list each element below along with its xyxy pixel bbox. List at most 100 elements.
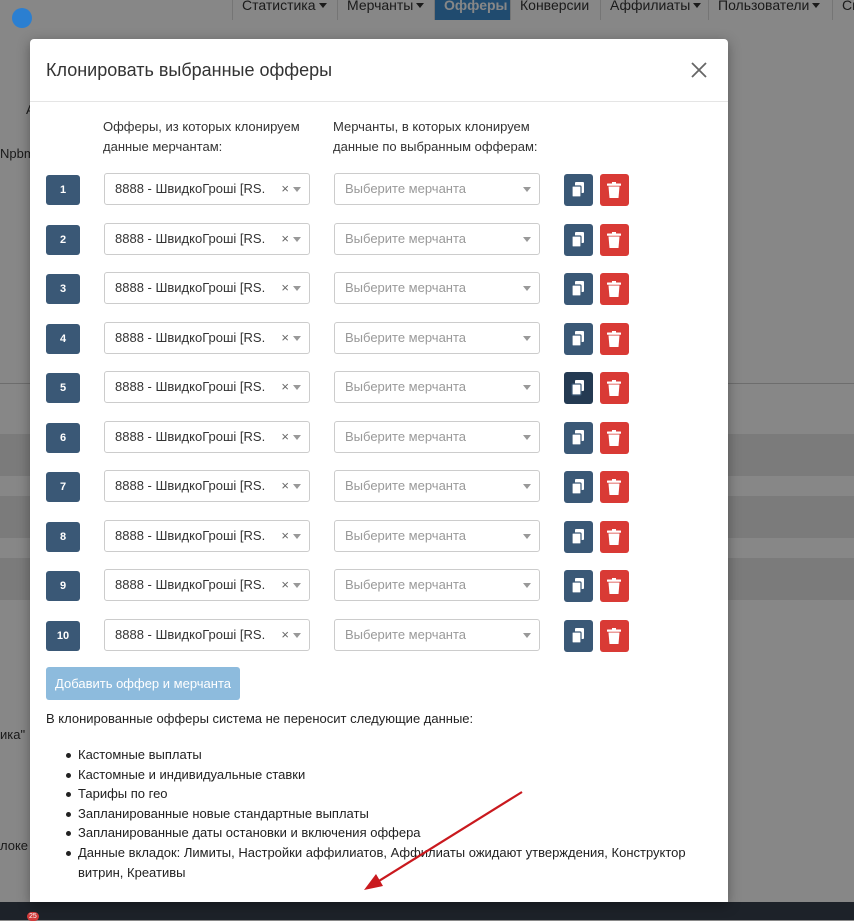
offer-select[interactable]: 8888 - ШвидкоГроші [RS... × xyxy=(104,223,310,255)
clear-icon[interactable]: × xyxy=(281,620,289,650)
delete-row-button[interactable] xyxy=(600,372,629,404)
offer-select[interactable]: 8888 - ШвидкоГроші [RS... × xyxy=(104,272,310,304)
copy-row-button[interactable] xyxy=(564,174,593,206)
copy-row-button[interactable] xyxy=(564,471,593,503)
merchant-select-placeholder: Выберите мерчанта xyxy=(345,429,467,444)
delete-row-button[interactable] xyxy=(600,273,629,305)
clear-icon[interactable]: × xyxy=(281,521,289,551)
merchant-select[interactable]: Выберите мерчанта xyxy=(334,272,540,304)
chevron-down-icon xyxy=(293,286,301,291)
delete-row-button[interactable] xyxy=(600,174,629,206)
merchant-select-placeholder: Выберите мерчанта xyxy=(345,330,467,345)
offer-select-value: 8888 - ШвидкоГроші [RS... xyxy=(115,231,265,246)
row-number-badge: 1 xyxy=(46,175,80,205)
clear-icon[interactable]: × xyxy=(281,323,289,353)
offer-select[interactable]: 8888 - ШвидкоГроші [RS... × xyxy=(104,421,310,453)
copy-row-button[interactable] xyxy=(564,273,593,305)
chevron-down-icon xyxy=(523,583,531,588)
chevron-down-icon xyxy=(523,237,531,242)
row-number-badge: 9 xyxy=(46,571,80,601)
merchant-select[interactable]: Выберите мерчанта xyxy=(334,322,540,354)
merchant-select-placeholder: Выберите мерчанта xyxy=(345,181,467,196)
browser-icon[interactable] xyxy=(12,8,32,28)
excluded-data-list: Кастомные выплаты Кастомные и индивидуал… xyxy=(66,745,718,882)
chevron-down-icon xyxy=(523,534,531,539)
merchant-select[interactable]: Выберите мерчанта xyxy=(334,569,540,601)
delete-row-button[interactable] xyxy=(600,422,629,454)
clone-row: 4 8888 - ШвидкоГроші [RS... × Выберите мерч… xyxy=(46,322,646,356)
copy-row-button[interactable] xyxy=(564,570,593,602)
row-number-badge: 4 xyxy=(46,324,80,354)
row-number-badge: 8 xyxy=(46,522,80,552)
offer-select[interactable]: 8888 - ШвидкоГроші [RS... × xyxy=(104,569,310,601)
merchant-select[interactable]: Выберите мерчанта xyxy=(334,470,540,502)
chevron-down-icon xyxy=(293,583,301,588)
offer-select-value: 8888 - ШвидкоГроші [RS... xyxy=(115,577,265,592)
merchant-select-placeholder: Выберите мерчанта xyxy=(345,627,467,642)
excluded-data-note: В клонированные офферы система не перено… xyxy=(46,711,474,726)
merchant-select[interactable]: Выберите мерчанта xyxy=(334,223,540,255)
row-number-badge: 10 xyxy=(46,621,80,651)
list-item: Запланированные даты остановки и включен… xyxy=(66,823,718,843)
merchant-select[interactable]: Выберите мерчанта xyxy=(334,371,540,403)
copy-row-button[interactable] xyxy=(564,521,593,553)
merchant-select[interactable]: Выберите мерчанта xyxy=(334,520,540,552)
clone-offers-modal: Клонировать выбранные офферы Офферы, из … xyxy=(30,39,728,902)
clear-icon[interactable]: × xyxy=(281,422,289,452)
chevron-down-icon xyxy=(523,633,531,638)
chevron-down-icon xyxy=(523,385,531,390)
copy-row-button[interactable] xyxy=(564,620,593,652)
merchant-select[interactable]: Выберите мерчанта xyxy=(334,421,540,453)
delete-row-button[interactable] xyxy=(600,323,629,355)
taskbar xyxy=(0,902,854,920)
row-number-badge: 5 xyxy=(46,373,80,403)
copy-row-button[interactable] xyxy=(564,224,593,256)
row-number-badge: 3 xyxy=(46,274,80,304)
merchant-select[interactable]: Выберите мерчанта xyxy=(334,619,540,651)
clone-row: 1 8888 - ШвидкоГроші [RS... × Выберите мерч… xyxy=(46,173,646,207)
merchant-select-placeholder: Выберите мерчанта xyxy=(345,577,467,592)
delete-row-button[interactable] xyxy=(600,224,629,256)
delete-row-button[interactable] xyxy=(600,570,629,602)
clone-row: 9 8888 - ШвидкоГроші [RS... × Выберите мерч… xyxy=(46,569,646,603)
add-offer-merchant-button[interactable]: Добавить оффер и мерчанта xyxy=(46,667,240,700)
chevron-down-icon xyxy=(523,435,531,440)
merchant-select-placeholder: Выберите мерчанта xyxy=(345,528,467,543)
chevron-down-icon xyxy=(523,484,531,489)
clone-row: 8 8888 - ШвидкоГроші [RS... × Выберите мерч… xyxy=(46,520,646,554)
merchant-select[interactable]: Выберите мерчанта xyxy=(334,173,540,205)
offer-select-value: 8888 - ШвидкоГроші [RS... xyxy=(115,330,265,345)
copy-row-button[interactable] xyxy=(564,323,593,355)
copy-row-button[interactable] xyxy=(564,422,593,454)
offer-select[interactable]: 8888 - ШвидкоГроші [RS... × xyxy=(104,371,310,403)
chevron-down-icon xyxy=(293,633,301,638)
merchant-select-placeholder: Выберите мерчанта xyxy=(345,231,467,246)
list-item: Тарифы по гео xyxy=(66,784,718,804)
offer-select-value: 8888 - ШвидкоГроші [RS... xyxy=(115,478,265,493)
offer-select-value: 8888 - ШвидкоГроші [RS... xyxy=(115,379,265,394)
clone-row: 6 8888 - ШвидкоГроші [RS... × Выберите мерч… xyxy=(46,421,646,455)
chevron-down-icon xyxy=(293,484,301,489)
chevron-down-icon xyxy=(293,534,301,539)
delete-row-button[interactable] xyxy=(600,471,629,503)
clear-icon[interactable]: × xyxy=(281,273,289,303)
delete-row-button[interactable] xyxy=(600,521,629,553)
clear-icon[interactable]: × xyxy=(281,174,289,204)
clear-icon[interactable]: × xyxy=(281,372,289,402)
offer-select-value: 8888 - ШвидкоГроші [RS... xyxy=(115,627,265,642)
clear-icon[interactable]: × xyxy=(281,471,289,501)
offer-select[interactable]: 8888 - ШвидкоГроші [RS... × xyxy=(104,619,310,651)
offer-select[interactable]: 8888 - ШвидкоГроші [RS... × xyxy=(104,322,310,354)
clear-icon[interactable]: × xyxy=(281,224,289,254)
delete-row-button[interactable] xyxy=(600,620,629,652)
copy-row-button[interactable] xyxy=(564,372,593,404)
offer-select[interactable]: 8888 - ШвидкоГроші [RS... × xyxy=(104,520,310,552)
clear-icon[interactable]: × xyxy=(281,570,289,600)
offer-select[interactable]: 8888 - ШвидкоГроші [RS... × xyxy=(104,470,310,502)
chevron-down-icon xyxy=(523,286,531,291)
chevron-down-icon xyxy=(523,336,531,341)
offer-select[interactable]: 8888 - ШвидкоГроші [RS... × xyxy=(104,173,310,205)
merchant-select-placeholder: Выберите мерчанта xyxy=(345,280,467,295)
close-icon[interactable] xyxy=(690,61,708,79)
list-item: Кастомные выплаты xyxy=(66,745,718,765)
